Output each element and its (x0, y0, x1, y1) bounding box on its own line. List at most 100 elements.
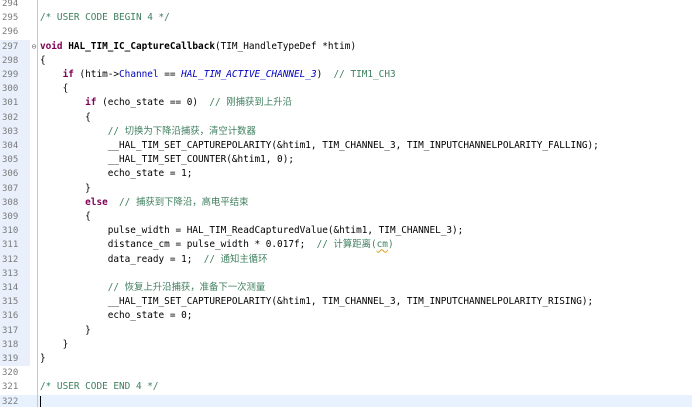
line-number: 321 (2, 382, 19, 393)
gutter-divider (37, 11, 38, 26)
code-comment: // 通知主循环 (203, 253, 268, 265)
code-line[interactable]: 319} (0, 352, 692, 367)
gutter-divider (37, 266, 38, 281)
code-line[interactable]: 299 if (htim->Channel == HAL_TIM_ACTIVE_… (0, 68, 692, 83)
code-token: echo_state = 1; (40, 168, 193, 180)
code-line[interactable]: 295 /* USER CODE BEGIN 4 */ (0, 11, 692, 26)
code-text: { (40, 111, 91, 125)
code-keyword: if (62, 69, 74, 80)
code-line[interactable]: 321 /* USER CODE END 4 */ (0, 380, 692, 395)
gutter-divider (37, 366, 38, 381)
code-line[interactable]: 298 { (0, 53, 692, 68)
code-comment: // 计算距离( (316, 239, 377, 251)
code-comment: /* USER CODE BEGIN 4 */ (40, 12, 170, 24)
gutter-divider (37, 394, 38, 407)
code-text: void HAL_TIM_IC_CaptureCallback(TIM_Hand… (40, 40, 356, 54)
code-token: { (40, 111, 91, 123)
code-line[interactable]: 308 else // 捕获到下降沿，高电平结束 (0, 195, 692, 210)
code-token: __HAL_TIM_SET_CAPTUREPOLARITY(&htim1, TI… (40, 140, 599, 151)
code-line[interactable]: 296 (0, 25, 692, 40)
code-line[interactable]: 316 echo_state = 0; (0, 309, 692, 324)
code-line[interactable]: 306 echo_state = 1; (0, 167, 692, 182)
code-token: } (40, 324, 91, 336)
code-line[interactable]: 318 } (0, 337, 692, 352)
line-number: 316 (0, 309, 30, 324)
code-text: } (40, 182, 91, 196)
gutter-divider (37, 323, 38, 338)
code-line[interactable]: 309 { (0, 210, 692, 225)
code-text: { (40, 82, 69, 96)
line-number: 312 (0, 252, 30, 267)
code-line[interactable]: 317 } (0, 323, 692, 338)
code-text: if (echo_state == 0) // 刚捕获到上升沿 (40, 96, 292, 110)
code-line[interactable]: 301 if (echo_state == 0) // 刚捕获到上升沿 (0, 96, 692, 111)
code-line[interactable]: 315 __HAL_TIM_SET_CAPTUREPOLARITY(&htim1… (0, 295, 692, 310)
code-line[interactable]: 305 __HAL_TIM_SET_COUNTER(&htim1, 0); (0, 153, 692, 168)
code-token: HAL_TIM_ACTIVE_CHANNEL_3 (181, 69, 317, 80)
code-editor[interactable]: 294 295 /* USER CODE BEGIN 4 */ 296 297 ⊖ void… (0, 0, 692, 407)
line-number: 296 (2, 27, 19, 38)
line-number: 318 (0, 337, 30, 352)
code-line[interactable]: 322 (0, 394, 692, 407)
line-number: 317 (0, 323, 30, 338)
code-token: (echo_state == 0) (96, 97, 210, 109)
code-token: Channel (119, 69, 159, 80)
code-line[interactable]: 303 // 切换为下降沿捕获，清空计数器 (0, 124, 692, 139)
line-number: 297 (0, 39, 30, 54)
line-number: 309 (0, 210, 30, 225)
code-line[interactable]: 307 } (0, 181, 692, 196)
gutter-divider (37, 167, 38, 182)
code-keyword: void (40, 40, 69, 52)
code-text: data_ready = 1; // 通知主循环 (40, 253, 268, 267)
code-text: { (40, 210, 91, 224)
gutter-divider (37, 153, 38, 168)
gutter-divider (37, 96, 38, 111)
code-token: __HAL_TIM_SET_COUNTER(&htim1, 0); (40, 154, 294, 166)
code-line[interactable]: 312 data_ready = 1; // 通知主循环 (0, 252, 692, 267)
gutter-divider (37, 68, 38, 83)
gutter-divider (37, 53, 38, 68)
gutter-divider (37, 337, 38, 352)
code-comment: // TIM1_CH3 (333, 69, 396, 80)
line-number: 322 (2, 396, 19, 407)
code-token: (TIM_HandleTypeDef *htim) (214, 40, 357, 52)
code-line[interactable]: 310 pulse_width = HAL_TIM_ReadCapturedVa… (0, 224, 692, 239)
code-text: __HAL_TIM_SET_CAPTUREPOLARITY(&htim1, TI… (40, 139, 599, 153)
code-comment: ) (387, 239, 394, 251)
code-line[interactable]: 313 (0, 266, 692, 281)
code-text: { (40, 54, 46, 68)
line-number: 302 (0, 110, 30, 125)
gutter-divider (37, 352, 38, 367)
code-line[interactable]: 311 distance_cm = pulse_width * 0.017f; … (0, 238, 692, 253)
code-line[interactable]: 302 { (0, 110, 692, 125)
code-text: echo_state = 0; (40, 309, 193, 323)
code-line[interactable]: 304 __HAL_TIM_SET_CAPTUREPOLARITY(&htim1… (0, 139, 692, 154)
line-number: 314 (0, 281, 30, 296)
code-comment: // 切换为下降沿捕获，清空计数器 (107, 125, 256, 137)
gutter-divider (37, 309, 38, 324)
code-text: __HAL_TIM_SET_CAPTUREPOLARITY(&htim1, TI… (40, 295, 593, 309)
gutter-divider (37, 0, 38, 12)
code-text: // 切换为下降沿捕获，清空计数器 (40, 125, 256, 139)
gutter-divider (37, 224, 38, 239)
line-number: 299 (0, 68, 30, 83)
code-token: { (40, 83, 69, 95)
code-keyword: if (85, 97, 97, 109)
code-line[interactable]: 314 // 恢复上升沿捕获，准备下一次测量 (0, 281, 692, 296)
code-line[interactable]: 320 (0, 366, 692, 381)
code-keyword: else (85, 196, 108, 208)
code-text: } (40, 324, 91, 338)
code-line[interactable]: 294 (0, 0, 692, 12)
code-text: distance_cm = pulse_width * 0.017f; // 计… (40, 238, 394, 252)
gutter-divider (37, 39, 38, 54)
line-number: 298 (0, 53, 30, 68)
code-text: pulse_width = HAL_TIM_ReadCapturedValue(… (40, 224, 464, 238)
code-line[interactable]: 300 { (0, 82, 692, 97)
gutter-divider (37, 210, 38, 225)
code-token: data_ready = 1; (40, 253, 204, 265)
code-line[interactable]: 297 ⊖ void HAL_TIM_IC_CaptureCallback(TIM_… (0, 39, 692, 54)
